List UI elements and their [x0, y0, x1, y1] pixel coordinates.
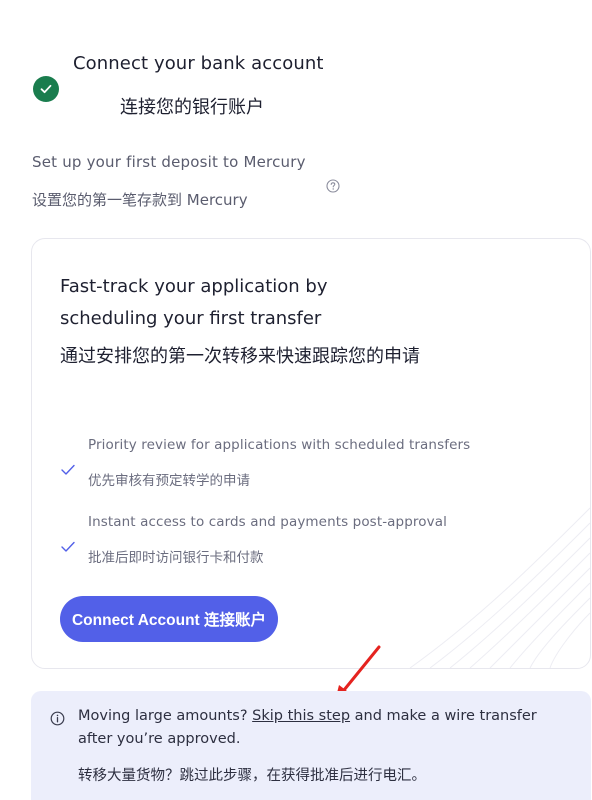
- notice-text: Moving large amounts? Skip this step and…: [78, 708, 537, 724]
- step-title-translation: 连接您的银行账户: [120, 97, 264, 118]
- fast-track-card: Fast-track your application by schedulin…: [31, 238, 591, 669]
- notice-translation: 转移大量货物？跳过此步骤，在获得批准后进行电汇。: [78, 768, 426, 784]
- benefit-item-label: Instant access to cards and payments pos…: [88, 514, 447, 530]
- benefit-item-translation: 优先审核有预定转学的申请: [88, 473, 250, 489]
- check-icon: [61, 461, 75, 475]
- page-root: Connect your bank account 连接您的银行账户 Set u…: [0, 0, 592, 800]
- connect-account-button[interactable]: Connect Account 连接账户: [60, 596, 278, 642]
- notice-prefix: Moving large amounts?: [78, 708, 253, 724]
- info-circle-icon: [50, 711, 65, 726]
- check-icon: [61, 538, 75, 552]
- benefit-item-label: Priority review for applications with sc…: [88, 437, 471, 453]
- benefit-item-translation: 批准后即时访问银行卡和付款: [88, 550, 264, 566]
- card-title-translation: 通过安排您的第一次转移来快速跟踪您的申请: [60, 346, 420, 367]
- question-circle-icon[interactable]: [326, 178, 340, 193]
- card-title: Fast-track your application by schedulin…: [60, 276, 328, 329]
- skip-this-step-link[interactable]: Skip this step: [252, 708, 350, 724]
- subtitle: Set up your first deposit to Mercury: [32, 153, 306, 171]
- notice-suffix: and make a wire transfer: [350, 708, 537, 724]
- subtitle-translation: 设置您的第一笔存款到 Mercury: [32, 191, 248, 209]
- check-circle-icon: [33, 76, 59, 102]
- wire-transfer-notice: Moving large amounts? Skip this step and…: [31, 691, 591, 800]
- notice-text-continued: after you’re approved.: [78, 731, 241, 747]
- decorative-lines: [409, 507, 590, 668]
- step-title: Connect your bank account: [73, 53, 324, 74]
